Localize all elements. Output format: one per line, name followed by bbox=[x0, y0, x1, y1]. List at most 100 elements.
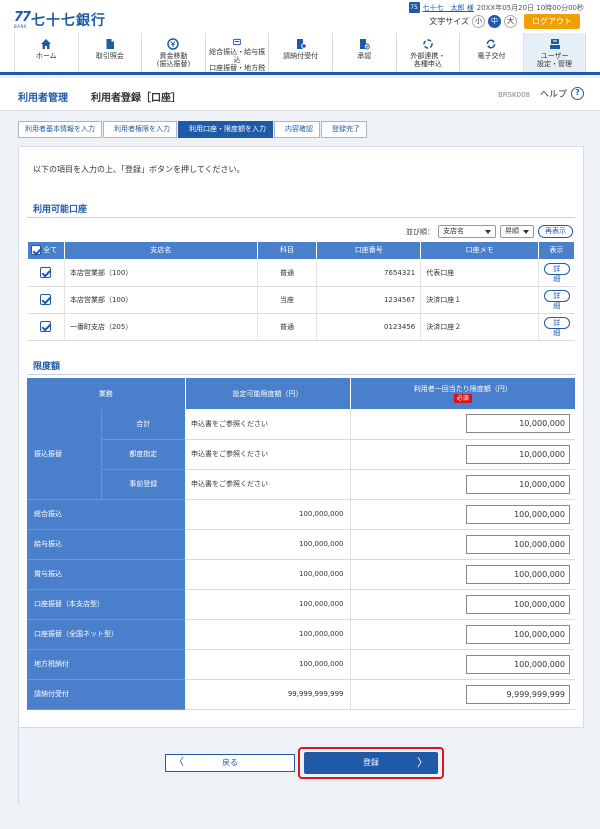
font-size-control: 文字サイズ 小 中 大 ログアウト bbox=[429, 14, 580, 29]
settable-value: 100,000,000 bbox=[185, 559, 351, 590]
font-size-large-button[interactable]: 大 bbox=[504, 15, 517, 28]
settable-value: 100,000,000 bbox=[185, 619, 351, 650]
limit-label: 総合振込 bbox=[27, 499, 185, 530]
button-row: 〈 戻る 登録 〉 bbox=[19, 727, 585, 805]
account-checkbox[interactable] bbox=[40, 294, 52, 305]
payment-icon bbox=[296, 39, 307, 49]
required-badge: 必須 bbox=[453, 394, 472, 403]
main-panel: 以下の項目を入力の上、「登録」ボタンを押してください。 利用可能口座 並び順： … bbox=[18, 146, 585, 805]
submit-button[interactable]: 登録 〉 bbox=[304, 752, 438, 774]
chevron-right-icon: 〉 bbox=[417, 756, 428, 769]
card-icon bbox=[233, 38, 241, 46]
limit-row: 口座振替（本支店型） 100,000,000 100,000,000 bbox=[27, 589, 575, 620]
limit-input[interactable]: 100,000,000 bbox=[466, 534, 570, 554]
limit-row: 総合振込 100,000,000 100,000,000 bbox=[27, 499, 575, 530]
limit-input[interactable]: 10,000,000 bbox=[466, 474, 570, 494]
limit-input[interactable]: 100,000,000 bbox=[466, 594, 570, 614]
limits-section-title: 限度額 bbox=[33, 362, 61, 372]
per-transaction-label: 利用者一回当たり限度額（円） bbox=[413, 385, 512, 393]
font-size-small-button[interactable]: 小 bbox=[472, 15, 485, 28]
help-link[interactable]: ヘルプ ? bbox=[540, 87, 584, 100]
settable-value: 100,000,000 bbox=[185, 529, 351, 560]
account-checkbox[interactable] bbox=[40, 321, 52, 332]
select-all-label: 全て bbox=[43, 246, 58, 255]
step-accounts-limits: 利用口座・限度額を入力 bbox=[178, 121, 273, 138]
yen-transfer-icon bbox=[167, 38, 180, 50]
sort-order-select[interactable]: 昇順 bbox=[500, 225, 534, 238]
limit-row: 振込振替 合計 申込書をご参照ください 10,000,000 bbox=[27, 409, 575, 500]
redisplay-button[interactable]: 再表示 bbox=[538, 225, 573, 238]
user-name[interactable]: 七十七 太郎 様 bbox=[423, 3, 474, 13]
branch-cell: 本店営業部（100） bbox=[64, 286, 258, 314]
progress-steps: 利用者基本情報を入力 利用者権限を入力 利用口座・限度額を入力 内容確認 登録完… bbox=[18, 121, 368, 138]
limit-label: 地方税納付 bbox=[27, 649, 185, 680]
accounts-section-title: 利用可能口座 bbox=[33, 205, 88, 215]
limit-input[interactable]: 10,000,000 bbox=[466, 444, 570, 464]
exchange-icon bbox=[487, 39, 496, 49]
nav-user-settings[interactable]: ユーザー 設定・管理 bbox=[522, 33, 587, 72]
back-button[interactable]: 〈 戻る bbox=[165, 754, 295, 772]
limit-input[interactable]: 100,000,000 bbox=[466, 504, 570, 524]
type-cell: 普通 bbox=[257, 313, 318, 341]
limit-input[interactable]: 100,000,000 bbox=[466, 564, 570, 584]
bank-logo[interactable]: 77 BANK 七十七銀行 bbox=[14, 9, 106, 29]
account-checkbox[interactable] bbox=[40, 267, 52, 278]
nav-label: 取引照会 bbox=[95, 52, 124, 60]
nav-inquiry[interactable]: 取引照会 bbox=[77, 33, 142, 72]
limit-label: 事前登録 bbox=[100, 469, 185, 500]
step-permissions: 利用者権限を入力 bbox=[103, 121, 177, 138]
detail-button[interactable]: 詳細 bbox=[543, 262, 570, 283]
approve-icon bbox=[360, 39, 371, 50]
memo-cell: 決済口座１ bbox=[420, 286, 539, 314]
logout-button[interactable]: ログアウト bbox=[524, 14, 580, 29]
limit-input[interactable]: 10,000,000 bbox=[466, 414, 570, 434]
limit-row: 事前登録 申込書をご参照ください 10,000,000 bbox=[27, 469, 575, 500]
settable-value: 申込書をご参照ください bbox=[185, 469, 351, 500]
nav-bulk-transfer[interactable]: 総合振込・給与振込 口座振替・地方税 bbox=[204, 33, 269, 72]
nav-label: ユーザー 設定・管理 bbox=[537, 52, 573, 68]
sort-field-select[interactable]: 支店名 bbox=[438, 225, 496, 238]
font-size-label: 文字サイズ bbox=[429, 17, 469, 26]
nav-e-delivery[interactable]: 電子交付 bbox=[459, 33, 523, 72]
limit-input[interactable]: 100,000,000 bbox=[466, 624, 570, 644]
settable-value: 100,000,000 bbox=[185, 649, 351, 680]
detail-button[interactable]: 詳細 bbox=[543, 289, 570, 310]
select-all-checkbox[interactable] bbox=[31, 245, 41, 256]
nav-label: 電子交付 bbox=[477, 52, 506, 60]
detail-button[interactable]: 詳細 bbox=[543, 316, 570, 337]
account-row: 本店営業部（100） 当座 1234567 決済口座１ 詳細 bbox=[27, 286, 575, 314]
accounts-header-row: 全て 支店名 科目 口座番号 口座メモ 表示 bbox=[27, 242, 576, 260]
help-label: ヘルプ bbox=[539, 90, 567, 100]
number-cell: 1234567 bbox=[316, 286, 422, 314]
nav-label: 承認 bbox=[357, 52, 372, 60]
nav-fund-transfer[interactable]: 資金移動 (振込振替) bbox=[141, 33, 205, 72]
screen-id: BRSK008 bbox=[497, 91, 530, 99]
limit-input[interactable]: 100,000,000 bbox=[466, 654, 570, 674]
group-label: 振込振替 bbox=[27, 409, 101, 500]
memo-cell: 代表口座 bbox=[420, 259, 539, 287]
limit-input[interactable]: 9,999,999,999 bbox=[466, 684, 570, 704]
limit-row: 口座振替（全国ネット型） 100,000,000 100,000,000 bbox=[27, 619, 575, 650]
last-login-time: 20XX年05月20日 10時00分00秒 bbox=[476, 3, 584, 12]
font-size-medium-button[interactable]: 中 bbox=[488, 15, 501, 28]
bank-name: 七十七銀行 bbox=[31, 13, 106, 29]
limits-table: 業務 設定可能限度額（円） 利用者一回当たり限度額（円） 必須 振込振替 合計 … bbox=[27, 378, 575, 710]
nav-label: 外部連携・ 各種申込 bbox=[410, 52, 446, 68]
page-category: 利用者管理 bbox=[18, 93, 68, 104]
col-type: 科目 bbox=[256, 242, 318, 260]
limit-row: 給与振込 100,000,000 100,000,000 bbox=[27, 529, 575, 560]
section-divider bbox=[27, 217, 575, 218]
step-basic-info: 利用者基本情報を入力 bbox=[18, 121, 102, 138]
document-icon bbox=[106, 39, 114, 49]
nav-home[interactable]: ホーム bbox=[14, 33, 78, 72]
select-all-header[interactable]: 全て bbox=[27, 242, 65, 260]
nav-external-link[interactable]: 外部連携・ 各種申込 bbox=[395, 33, 460, 72]
nav-approval[interactable]: 承認 bbox=[331, 33, 396, 72]
limit-label: 賞与振込 bbox=[27, 559, 185, 590]
page-titlebar: 利用者管理 利用者登録［口座］ BRSK008 ヘルプ ? bbox=[0, 78, 600, 111]
global-nav: ホーム 取引照会 資金移動 (振込振替) 総合振込・給与振込 口座振替・地方税 … bbox=[0, 33, 600, 75]
chevron-left-icon: 〈 bbox=[174, 757, 184, 768]
settable-value: 100,000,000 bbox=[185, 589, 351, 620]
settable-value: 申込書をご参照ください bbox=[185, 409, 351, 440]
nav-tax-payment[interactable]: 請納付受付 bbox=[268, 33, 332, 72]
